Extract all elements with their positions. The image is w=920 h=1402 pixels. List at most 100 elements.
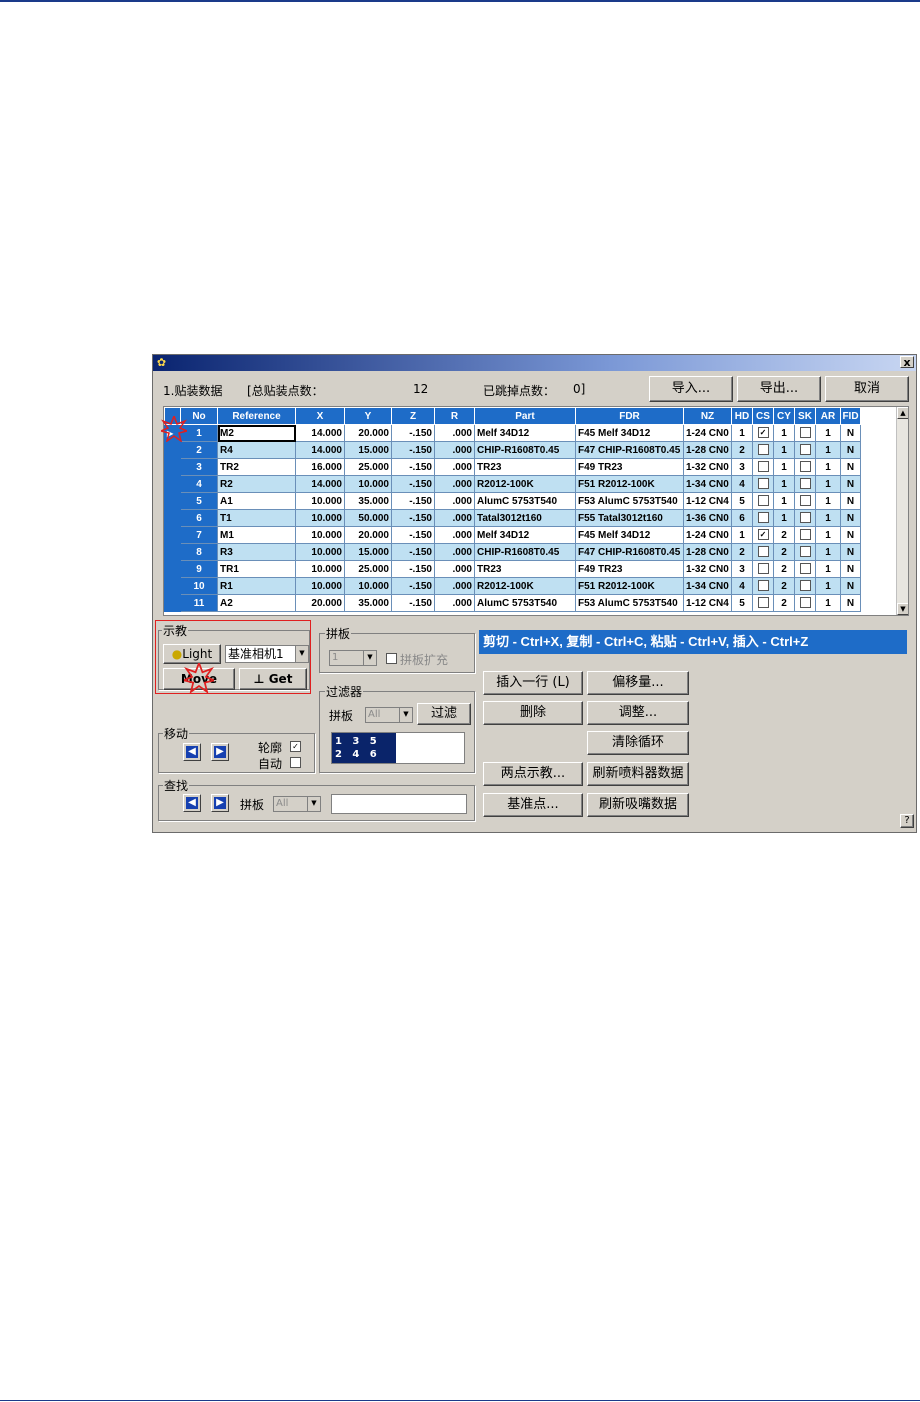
table-cell-fdr[interactable]: F45 Melf 34D12: [575, 424, 684, 442]
table-cell-part[interactable]: TR23: [474, 458, 576, 476]
table-cell-fid[interactable]: N: [840, 492, 861, 510]
cs-checkbox-cell[interactable]: ✓: [752, 526, 774, 544]
table-cell-fid[interactable]: N: [840, 509, 861, 527]
table-cell-fdr[interactable]: F51 R2012-100K: [575, 577, 684, 595]
table-cell-cy[interactable]: 1: [773, 441, 795, 459]
table-cell-nz[interactable]: 1-24 CN0: [683, 424, 732, 442]
row-selector[interactable]: [164, 594, 181, 612]
table-row[interactable]: 7 M1 10.000 20.000 -.150.000 Melf 34D12 F45 Me…: [164, 526, 861, 544]
table-cell-fdr[interactable]: F47 CHIP-R1608T0.45: [575, 543, 684, 561]
cs-checkbox-cell[interactable]: [752, 509, 774, 527]
table-cell-y[interactable]: 20.000: [344, 424, 392, 442]
table-cell-cy[interactable]: 1: [773, 458, 795, 476]
table-cell-z[interactable]: -.150: [391, 509, 435, 527]
sk-checkbox[interactable]: [799, 563, 811, 575]
table-cell-y[interactable]: 10.000: [344, 475, 392, 493]
table-cell-no[interactable]: 8: [180, 543, 218, 561]
table-cell-no[interactable]: 10: [180, 577, 218, 595]
cs-checkbox-cell[interactable]: [752, 543, 774, 561]
table-cell-fdr[interactable]: F49 TR23: [575, 458, 684, 476]
column-header[interactable]: Part: [474, 407, 576, 425]
table-cell-no[interactable]: 4: [180, 475, 218, 493]
column-header[interactable]: FDR: [575, 407, 684, 425]
table-cell-fid[interactable]: N: [840, 560, 861, 578]
table-cell-z[interactable]: -.150: [391, 594, 435, 612]
table-cell-cy[interactable]: 2: [773, 560, 795, 578]
table-cell-hd[interactable]: 5: [731, 594, 753, 612]
table-cell-part[interactable]: CHIP-R1608T0.45: [474, 441, 576, 459]
cancel-button[interactable]: 取消: [825, 376, 909, 402]
table-cell-hd[interactable]: 3: [731, 560, 753, 578]
table-cell-ar[interactable]: 1: [815, 458, 841, 476]
table-cell-fid[interactable]: N: [840, 424, 861, 442]
table-cell-z[interactable]: -.150: [391, 492, 435, 510]
table-cell-hd[interactable]: 2: [731, 543, 753, 561]
sk-checkbox[interactable]: [799, 495, 811, 507]
table-cell-hd[interactable]: 6: [731, 509, 753, 527]
cs-checkbox[interactable]: [757, 563, 769, 575]
table-cell-fdr[interactable]: F47 CHIP-R1608T0.45: [575, 441, 684, 459]
table-cell-ref[interactable]: T1: [217, 509, 296, 527]
delete-button[interactable]: 删除: [483, 701, 583, 725]
table-cell-x[interactable]: 14.000: [295, 475, 345, 493]
find-input[interactable]: [331, 794, 467, 814]
table-cell-ref[interactable]: A2: [217, 594, 296, 612]
table-cell-r[interactable]: .000: [434, 543, 475, 561]
table-cell-z[interactable]: -.150: [391, 475, 435, 493]
column-header[interactable]: Z: [391, 407, 435, 425]
sk-checkbox-cell[interactable]: [794, 475, 816, 493]
table-cell-hd[interactable]: 1: [731, 526, 753, 544]
sk-checkbox-cell[interactable]: [794, 492, 816, 510]
cs-checkbox-cell[interactable]: [752, 458, 774, 476]
table-cell-cy[interactable]: 1: [773, 475, 795, 493]
table-cell-nz[interactable]: 1-32 CN0: [683, 560, 732, 578]
table-cell-no[interactable]: 3: [180, 458, 218, 476]
cs-checkbox-cell[interactable]: [752, 577, 774, 595]
import-button[interactable]: 导入...: [649, 376, 733, 402]
table-cell-r[interactable]: .000: [434, 526, 475, 544]
table-cell-hd[interactable]: 4: [731, 475, 753, 493]
table-row[interactable]: 11 A2 20.000 35.000 -.150.000 AlumC 5753T540 F…: [164, 594, 861, 612]
table-cell-r[interactable]: .000: [434, 509, 475, 527]
table-cell-nz[interactable]: 1-34 CN0: [683, 577, 732, 595]
scroll-down-button[interactable]: ▼: [897, 603, 908, 615]
table-cell-hd[interactable]: 2: [731, 441, 753, 459]
table-cell-part[interactable]: TR23: [474, 560, 576, 578]
table-cell-ar[interactable]: 1: [815, 492, 841, 510]
table-cell-y[interactable]: 10.000: [344, 577, 392, 595]
sk-checkbox-cell[interactable]: [794, 458, 816, 476]
table-cell-fid[interactable]: N: [840, 458, 861, 476]
table-row[interactable]: 10 R1 10.000 10.000 -.150.000 R2012-100K F51 R…: [164, 577, 861, 595]
refresh-feeder-button[interactable]: 刷新喷料器数据: [587, 762, 689, 786]
adjust-button[interactable]: 调整...: [587, 701, 689, 725]
panel-select[interactable]: 1 ▼: [329, 650, 377, 666]
table-cell-fid[interactable]: N: [840, 594, 861, 612]
table-cell-ar[interactable]: 1: [815, 526, 841, 544]
sk-checkbox[interactable]: [799, 478, 811, 490]
table-cell-r[interactable]: .000: [434, 492, 475, 510]
table-cell-cy[interactable]: 1: [773, 424, 795, 442]
table-cell-y[interactable]: 25.000: [344, 458, 392, 476]
row-selector[interactable]: [164, 509, 181, 527]
cs-checkbox-cell[interactable]: ✓: [752, 424, 774, 442]
table-cell-ref[interactable]: R3: [217, 543, 296, 561]
table-cell-no[interactable]: 2: [180, 441, 218, 459]
expand-checkbox[interactable]: [386, 653, 397, 664]
table-row[interactable]: 4 R2 14.000 10.000 -.150.000 R2012-100K F51 R2…: [164, 475, 861, 493]
column-header[interactable]: Y: [344, 407, 392, 425]
sk-checkbox[interactable]: [799, 512, 811, 524]
table-cell-ref[interactable]: TR2: [217, 458, 296, 476]
table-cell-cy[interactable]: 1: [773, 492, 795, 510]
table-cell-fid[interactable]: N: [840, 441, 861, 459]
table-cell-fid[interactable]: N: [840, 543, 861, 561]
table-cell-nz[interactable]: 1-12 CN4: [683, 492, 732, 510]
table-row[interactable]: 5 A1 10.000 35.000 -.150.000 AlumC 5753T540 F5…: [164, 492, 861, 510]
table-cell-ar[interactable]: 1: [815, 475, 841, 493]
table-cell-x[interactable]: 10.000: [295, 560, 345, 578]
sk-checkbox-cell[interactable]: [794, 543, 816, 561]
help-button[interactable]: ?: [900, 814, 914, 828]
sk-checkbox[interactable]: [799, 427, 811, 439]
table-row[interactable]: 6 T1 10.000 50.000 -.150.000 Tatal3012t160 F55…: [164, 509, 861, 527]
sk-checkbox[interactable]: [799, 597, 811, 609]
sk-checkbox[interactable]: [799, 580, 811, 592]
